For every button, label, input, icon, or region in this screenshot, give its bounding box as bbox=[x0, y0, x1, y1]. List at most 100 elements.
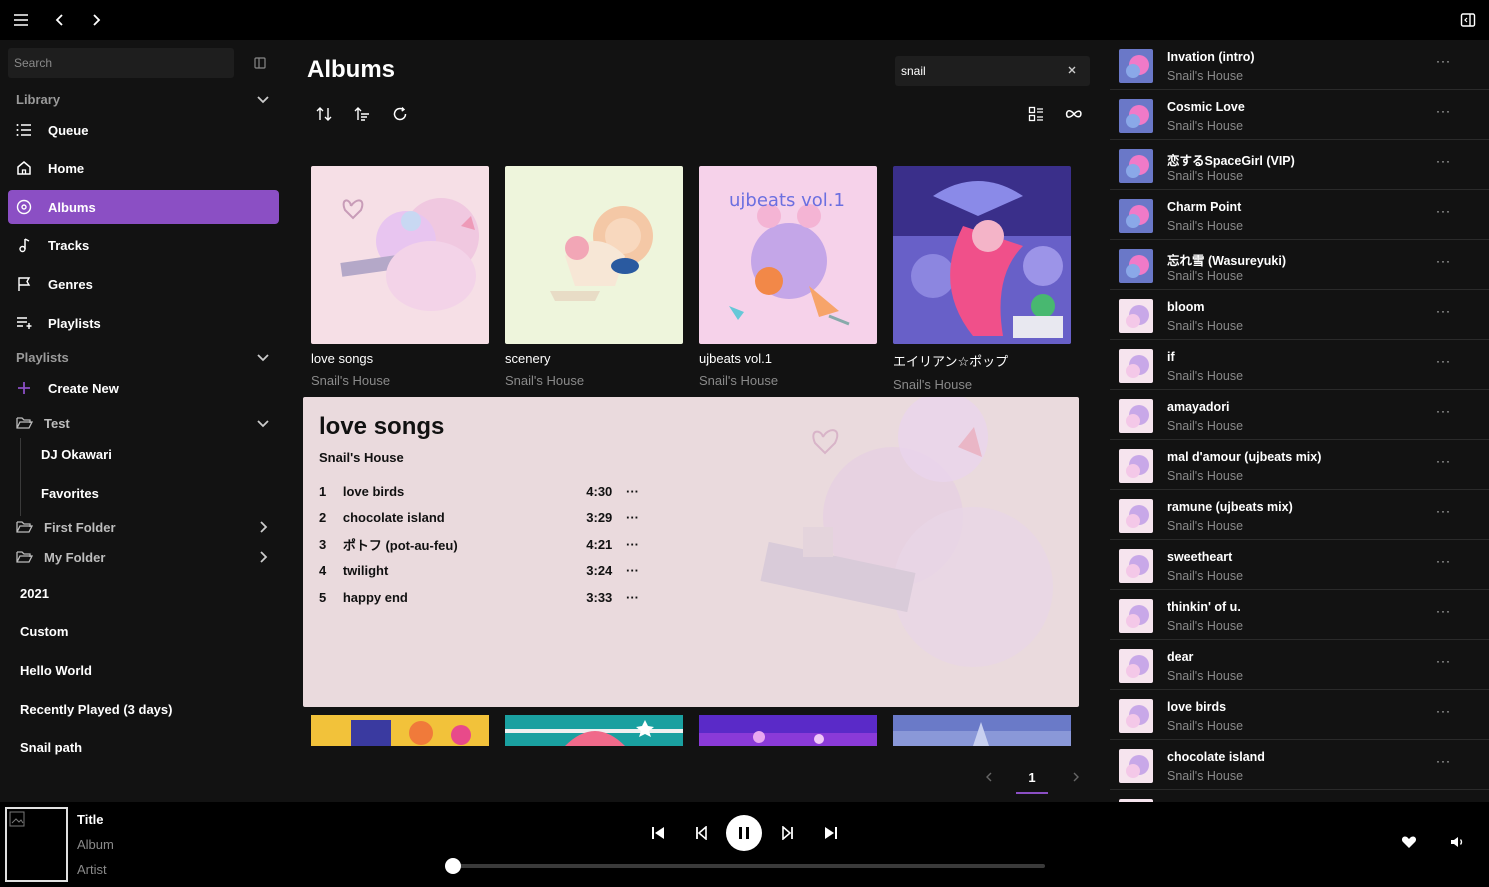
nav-queue[interactable]: Queue bbox=[8, 113, 279, 147]
skip-previous-icon[interactable] bbox=[646, 821, 670, 845]
queue-item[interactable]: mal d'amour (ujbeats mix) Snail's House ··… bbox=[1110, 440, 1489, 490]
track-title: twilight bbox=[342, 562, 389, 578]
folder-test[interactable]: Test bbox=[16, 410, 279, 436]
track-more-icon[interactable]: ··· bbox=[626, 484, 639, 499]
playlist-favorites[interactable]: Favorites bbox=[41, 486, 99, 501]
track-more-icon[interactable]: ··· bbox=[626, 537, 639, 552]
clear-search-icon[interactable] bbox=[1066, 63, 1078, 77]
queue-item-cover bbox=[1119, 99, 1153, 133]
album-cover[interactable] bbox=[311, 715, 489, 746]
queue-item-more-icon[interactable]: ··· bbox=[1436, 554, 1451, 568]
create-new-playlist-button[interactable]: Create New bbox=[8, 371, 279, 405]
track-row[interactable]: 3 ポトフ (pot-au-feu) 4:21 ··· bbox=[319, 534, 639, 554]
folder-first-chevron-icon[interactable] bbox=[253, 517, 273, 537]
queue-item-more-icon[interactable]: ··· bbox=[1436, 204, 1451, 218]
queue-item-more-icon[interactable]: ··· bbox=[1436, 454, 1451, 468]
album-card[interactable]: ujbeats vol.1 ujbeats vol.1 Snail's Hous… bbox=[699, 166, 877, 388]
infinite-scroll-icon[interactable] bbox=[1062, 102, 1086, 126]
queue-item-more-icon[interactable]: ··· bbox=[1436, 704, 1451, 718]
pause-button[interactable] bbox=[726, 815, 762, 851]
track-row[interactable]: 2 chocolate island 3:29 ··· bbox=[319, 507, 639, 527]
refresh-icon[interactable] bbox=[388, 102, 412, 126]
queue-item[interactable]: bloom Snail's House ··· bbox=[1110, 290, 1489, 340]
forward-arrow-icon[interactable] bbox=[85, 8, 109, 32]
queue-item-more-icon[interactable]: ··· bbox=[1436, 504, 1451, 518]
album-search-field[interactable]: snail bbox=[895, 56, 1090, 86]
queue-item[interactable]: if Snail's House ··· bbox=[1110, 340, 1489, 390]
queue-item[interactable]: chocolate island Snail's House ··· bbox=[1110, 740, 1489, 790]
playlist-snail-path[interactable]: Snail path bbox=[20, 740, 82, 755]
queue-item[interactable]: 恋するSpaceGirl (VIP) Snail's House ··· bbox=[1110, 140, 1489, 190]
folder-my-folder[interactable]: My Folder bbox=[16, 544, 279, 570]
folder-first-folder[interactable]: First Folder bbox=[16, 514, 279, 540]
view-mode-icon[interactable] bbox=[1024, 102, 1048, 126]
album-card[interactable]: エイリアン☆ポップ Snail's House bbox=[893, 166, 1071, 392]
queue-item[interactable]: amayadori Snail's House ··· bbox=[1110, 390, 1489, 440]
seek-back-icon[interactable] bbox=[689, 821, 713, 845]
track-row[interactable]: 1 love birds 4:30 ··· bbox=[319, 481, 639, 501]
album-card[interactable]: scenery Snail's House bbox=[505, 166, 683, 388]
queue-item-more-icon[interactable]: ··· bbox=[1436, 754, 1451, 768]
queue-item[interactable]: thinkin' of u. Snail's House ··· bbox=[1110, 590, 1489, 640]
volume-icon[interactable] bbox=[1446, 830, 1470, 854]
seek-forward-icon[interactable] bbox=[776, 821, 800, 845]
queue-item-more-icon[interactable]: ··· bbox=[1436, 354, 1451, 368]
toggle-right-panel-icon[interactable] bbox=[1456, 8, 1480, 32]
nav-playlists[interactable]: Playlists bbox=[8, 306, 279, 340]
track-row[interactable]: 4 twilight 3:24 ··· bbox=[319, 560, 639, 580]
skip-next-icon[interactable] bbox=[819, 821, 843, 845]
track-more-icon[interactable]: ··· bbox=[626, 563, 639, 578]
playlist-2021[interactable]: 2021 bbox=[20, 586, 49, 601]
album-cover[interactable] bbox=[893, 715, 1071, 746]
album-cover[interactable] bbox=[505, 715, 683, 746]
track-more-icon[interactable]: ··· bbox=[626, 510, 639, 525]
queue-item-more-icon[interactable]: ··· bbox=[1436, 254, 1451, 268]
album-cover[interactable] bbox=[699, 715, 877, 746]
queue-item[interactable]: Cosmic Love Snail's House ··· bbox=[1110, 90, 1489, 140]
track-row[interactable]: 5 happy end 3:33 ··· bbox=[319, 587, 639, 607]
nav-tracks[interactable]: Tracks bbox=[8, 228, 279, 262]
now-playing-album: Album bbox=[77, 837, 114, 852]
album-card[interactable]: love songs Snail's House bbox=[311, 166, 489, 388]
sort-by-icon[interactable] bbox=[350, 102, 374, 126]
track-number: 1 bbox=[319, 483, 327, 499]
track-more-icon[interactable]: ··· bbox=[626, 590, 639, 605]
heart-icon[interactable] bbox=[1397, 830, 1421, 854]
queue-item-more-icon[interactable]: ··· bbox=[1436, 654, 1451, 668]
queue-item-more-icon[interactable]: ··· bbox=[1436, 604, 1451, 618]
queue-item-more-icon[interactable]: ··· bbox=[1436, 104, 1451, 118]
sort-order-icon[interactable] bbox=[312, 102, 336, 126]
nav-genres[interactable]: Genres bbox=[8, 267, 279, 301]
playlist-custom[interactable]: Custom bbox=[20, 624, 68, 639]
next-page-icon[interactable] bbox=[1071, 771, 1081, 783]
prev-page-icon[interactable] bbox=[984, 771, 994, 783]
queue-item[interactable]: 忘れ雪 (Wasureyuki) Snail's House ··· bbox=[1110, 240, 1489, 290]
queue-item[interactable]: ramune (ujbeats mix) Snail's House ··· bbox=[1110, 490, 1489, 540]
folder-my-chevron-icon[interactable] bbox=[253, 547, 273, 567]
folder-test-chevron-icon[interactable] bbox=[253, 413, 273, 433]
queue-item-more-icon[interactable]: ··· bbox=[1436, 54, 1451, 68]
sidebar-search-input[interactable] bbox=[8, 48, 234, 78]
queue-item[interactable]: sweetheart Snail's House ··· bbox=[1110, 540, 1489, 590]
page-number-button[interactable]: 1 bbox=[1016, 762, 1048, 794]
queue-item[interactable]: love birds Snail's House ··· bbox=[1110, 690, 1489, 740]
queue-item[interactable] bbox=[1110, 790, 1489, 802]
queue-item[interactable]: Invation (intro) Snail's House ··· bbox=[1110, 40, 1489, 90]
queue-item-more-icon[interactable]: ··· bbox=[1436, 304, 1451, 318]
queue-item-more-icon[interactable]: ··· bbox=[1436, 154, 1451, 168]
progress-knob[interactable] bbox=[445, 858, 461, 874]
nav-home[interactable]: Home bbox=[8, 151, 279, 185]
progress-track[interactable] bbox=[453, 864, 1045, 868]
collapse-sidebar-icon[interactable] bbox=[253, 56, 267, 70]
queue-item[interactable]: Charm Point Snail's House ··· bbox=[1110, 190, 1489, 240]
library-chevron-icon[interactable] bbox=[253, 89, 273, 109]
playlists-chevron-icon[interactable] bbox=[253, 347, 273, 367]
playlist-recently-played[interactable]: Recently Played (3 days) bbox=[20, 702, 172, 717]
playlist-hello-world[interactable]: Hello World bbox=[20, 663, 92, 678]
queue-item-more-icon[interactable]: ··· bbox=[1436, 404, 1451, 418]
queue-item[interactable]: dear Snail's House ··· bbox=[1110, 640, 1489, 690]
menu-icon[interactable] bbox=[9, 8, 33, 32]
playlist-dj-okawari[interactable]: DJ Okawari bbox=[41, 447, 112, 462]
back-arrow-icon[interactable] bbox=[47, 8, 71, 32]
nav-albums[interactable]: Albums bbox=[8, 190, 279, 224]
